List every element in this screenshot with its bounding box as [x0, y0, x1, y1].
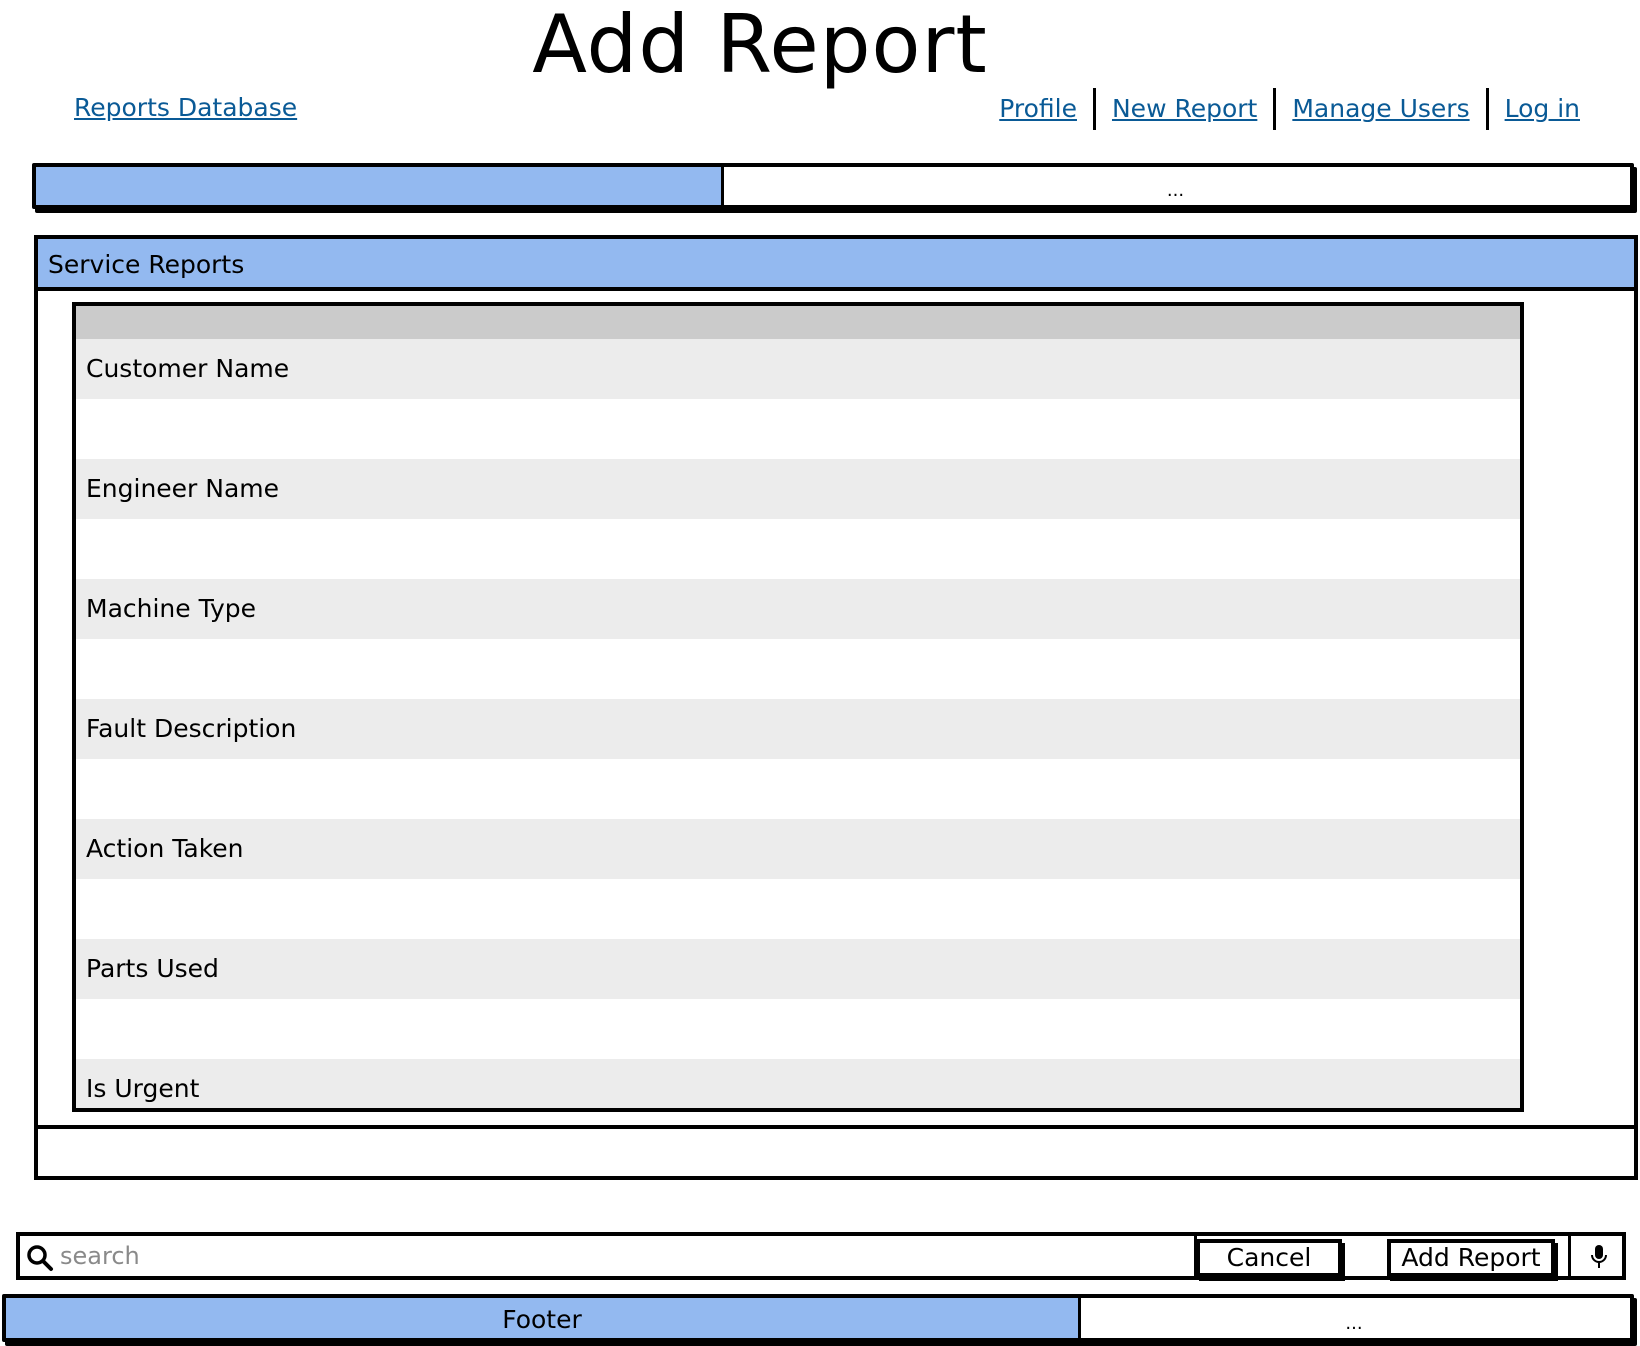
field-label: Engineer Name [76, 459, 1520, 519]
search-toolbar: Cancel Add Report [16, 1232, 1626, 1280]
list-header [76, 306, 1520, 339]
field-label: Fault Description [76, 699, 1520, 759]
field-input[interactable] [76, 399, 1520, 459]
nav-link-manage-users[interactable]: Manage Users [1276, 94, 1485, 124]
footer-label: Footer [6, 1298, 1081, 1338]
field-input[interactable] [76, 759, 1520, 819]
field-label: Machine Type [76, 579, 1520, 639]
footer-bar: Footer ... [2, 1294, 1634, 1342]
search-icon [27, 1245, 53, 1271]
field-input[interactable] [76, 999, 1520, 1059]
panel-title: Service Reports [38, 239, 1634, 291]
top-progress-bar: ... [32, 163, 1634, 209]
report-form-list: Customer Name Engineer Name Machine Type Fa… [72, 302, 1524, 1112]
field-label: Customer Name [76, 339, 1520, 399]
cancel-button[interactable]: Cancel [1196, 1239, 1342, 1277]
field-label: Action Taken [76, 819, 1520, 879]
nav-link-profile[interactable]: Profile [983, 94, 1093, 124]
field-input[interactable] [76, 879, 1520, 939]
page-title: Add Report [532, 0, 988, 91]
microphone-button[interactable] [1568, 1236, 1622, 1276]
microphone-icon [1591, 1245, 1607, 1268]
nav-link-new-report[interactable]: New Report [1096, 94, 1273, 124]
reports-database-link[interactable]: Reports Database [74, 93, 297, 123]
panel-divider [38, 1125, 1634, 1129]
field-input[interactable] [76, 519, 1520, 579]
footer-tail-text: ... [1345, 1313, 1363, 1334]
field-input[interactable] [76, 639, 1520, 699]
field-label: Parts Used [76, 939, 1520, 999]
progress-tail-text: ... [1166, 180, 1185, 201]
nav-link-log-in[interactable]: Log in [1489, 94, 1596, 124]
add-report-button[interactable]: Add Report [1387, 1239, 1555, 1277]
search-input[interactable] [60, 1238, 1200, 1274]
progress-fill [36, 167, 724, 205]
field-label: Is Urgent [76, 1059, 1520, 1108]
top-nav: Profile New Report Manage Users Log in [983, 88, 1596, 130]
